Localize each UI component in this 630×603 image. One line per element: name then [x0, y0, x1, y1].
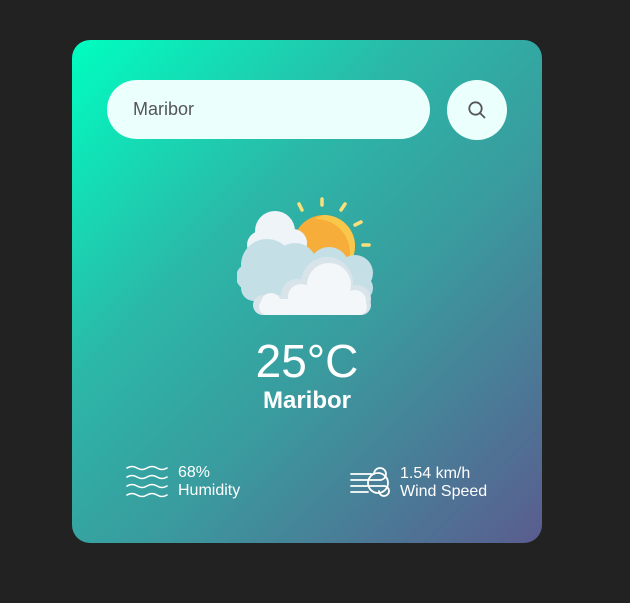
weather-card: 25°C Maribor 68% Humidity	[72, 40, 542, 543]
wind-icon	[350, 467, 390, 497]
partly-cloudy-icon	[237, 197, 373, 315]
humidity-value: 68%	[178, 464, 211, 481]
wind-value: 1.54 km/h	[400, 465, 471, 482]
wind-label: Wind Speed	[400, 483, 488, 500]
city-name: Maribor	[262, 387, 351, 414]
temperature: 25°C	[255, 335, 359, 387]
search-button[interactable]	[447, 80, 507, 140]
search-input[interactable]	[107, 80, 430, 139]
search-icon	[468, 101, 486, 119]
humidity-icon	[126, 465, 168, 498]
humidity-stat: 68% Humidity	[126, 464, 240, 500]
wind-stat: 1.54 km/h Wind Speed	[350, 464, 487, 502]
humidity-label: Humidity	[178, 482, 241, 499]
